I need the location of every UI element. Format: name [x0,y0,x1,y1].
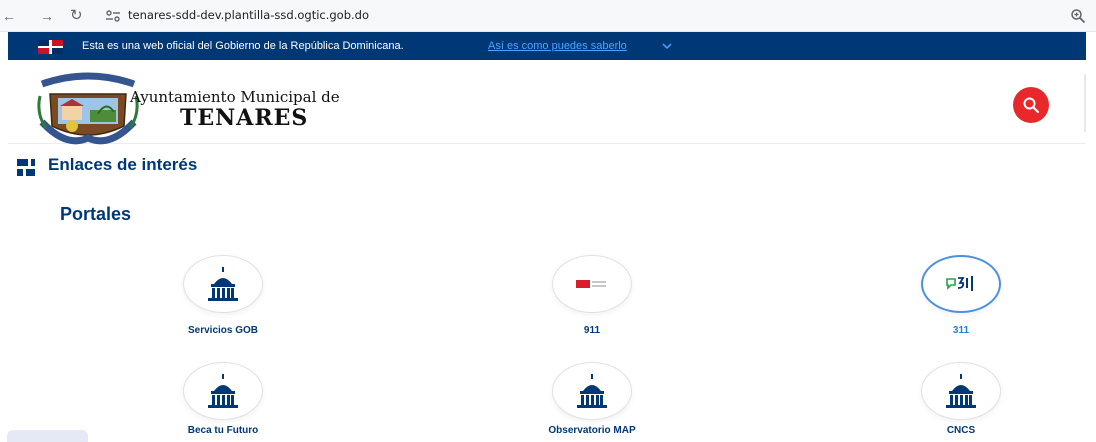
reload-button[interactable]: ↻ [70,7,83,25]
search-button[interactable] [1013,87,1049,123]
311-logo-icon [946,276,973,291]
dome-icon [208,267,238,301]
dome-icon [577,374,607,408]
portal-911[interactable] [552,255,632,313]
portal-label-beca-tu-futuro[interactable]: Beca tu Futuro [188,425,259,436]
911-logo-icon [576,280,606,288]
section-grid-icon [17,159,35,176]
dome-icon [946,374,976,408]
how-to-know-link[interactable]: Así es como puedes saberlo [488,40,627,52]
portal-label-observatorio-map[interactable]: Observatorio MAP [548,425,635,436]
site-settings-icon[interactable] [105,9,121,23]
portal-observatorio-map[interactable] [552,362,632,420]
portal-label-311[interactable]: 311 [953,325,969,336]
portal-beca-tu-futuro[interactable] [183,362,263,420]
status-bubble [7,430,88,442]
municipality-town: TENARES [180,105,309,131]
section-title: Enlaces de interés [48,155,198,174]
browser-toolbar: ← → ↻ tenares-sdd-dev.plantilla-ssd.ogti… [0,0,1096,32]
dominican-flag-icon [38,40,63,54]
municipality-name: Ayuntamiento Municipal de [130,88,340,106]
chevron-down-icon[interactable] [662,42,672,50]
zoom-icon[interactable] [1070,8,1086,24]
municipal-coat-of-arms-logo[interactable] [36,66,140,146]
portals-heading: Portales [60,204,132,224]
header-divider [1084,74,1086,132]
portal-cncs[interactable] [921,362,1001,420]
portal-label-servicios-gob[interactable]: Servicios GOB [188,325,258,336]
official-government-banner: Esta es una web oficial del Gobierno de … [8,32,1086,60]
site-header: Ayuntamiento Municipal de TENARES [8,60,1086,146]
official-site-text: Esta es una web oficial del Gobierno de … [82,40,404,52]
search-icon [1023,97,1040,114]
portal-label-911[interactable]: 911 [584,325,600,336]
forward-button[interactable]: → [40,7,54,25]
portal-label-cncs[interactable]: CNCS [947,425,975,436]
back-button[interactable]: ← [2,7,16,25]
portal-servicios-gob[interactable] [183,255,263,313]
dome-icon [208,374,238,408]
address-bar[interactable]: tenares-sdd-dev.plantilla-ssd.ogtic.gob.… [128,8,369,22]
portal-311[interactable] [921,255,1001,313]
